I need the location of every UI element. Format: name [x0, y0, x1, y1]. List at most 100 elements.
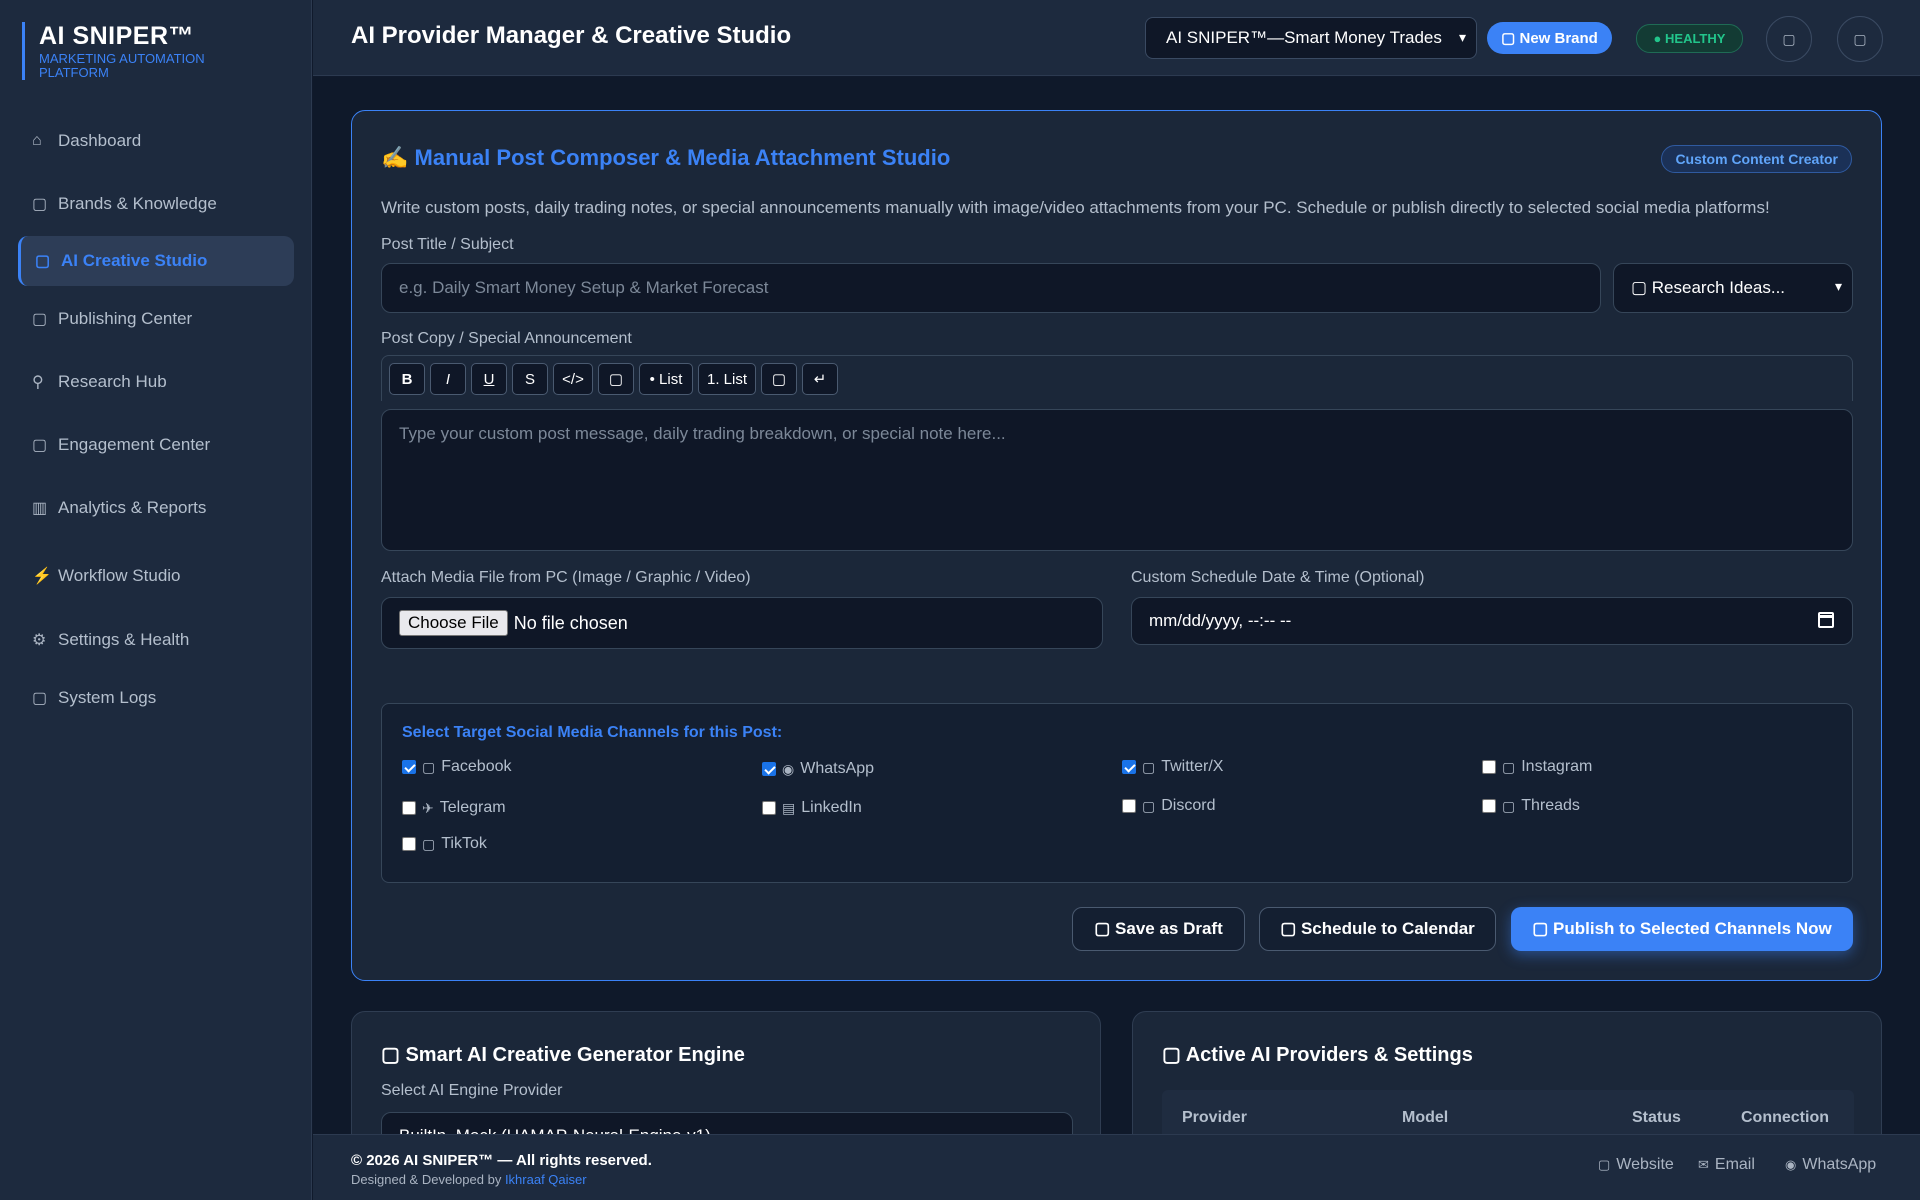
credit-line: Designed & Developed by Ikhraaf Qaiser: [351, 1172, 587, 1187]
sidebar-item-research[interactable]: ⚲ Research Hub: [18, 357, 294, 407]
post-title-placeholder: e.g. Daily Smart Money Setup & Market Fo…: [399, 278, 769, 297]
channel-discord[interactable]: ▢ Discord: [1122, 797, 1215, 815]
footer: © 2026 AI SNIPER™ — All rights reserved.…: [313, 1134, 1920, 1200]
channel-linkedin[interactable]: ▤ LinkedIn: [762, 799, 862, 817]
channel-label: Facebook: [441, 758, 512, 775]
checkbox[interactable]: [402, 760, 416, 774]
link-button[interactable]: ▢: [598, 363, 634, 395]
mail-icon: ✉: [1698, 1157, 1709, 1172]
line-break-button[interactable]: ↵: [802, 363, 838, 395]
underline-button[interactable]: U: [471, 363, 507, 395]
checkbox[interactable]: [1122, 799, 1136, 813]
developer-link[interactable]: Ikhraaf Qaiser: [505, 1172, 587, 1187]
media-file-input[interactable]: Choose File No file chosen: [381, 597, 1103, 649]
website-link[interactable]: ▢ Website: [1598, 1156, 1674, 1174]
column-provider: Provider: [1182, 1109, 1247, 1126]
channel-selector: Select Target Social Media Channels for …: [381, 703, 1853, 883]
column-model: Model: [1402, 1109, 1449, 1126]
channel-threads[interactable]: ▢ Threads: [1482, 797, 1580, 815]
checkbox[interactable]: [762, 801, 776, 815]
email-link[interactable]: ✉ Email: [1698, 1156, 1755, 1174]
checkbox[interactable]: [402, 837, 416, 851]
research-select-value: ▢ Research Ideas...: [1631, 278, 1786, 297]
bullet-list-button[interactable]: • List: [639, 363, 693, 395]
sidebar-item-dashboard[interactable]: ⌂ Dashboard: [18, 116, 294, 166]
bold-button[interactable]: B: [389, 363, 425, 395]
channel-label: WhatsApp: [800, 760, 875, 777]
sidebar-item-label: Publishing Center: [58, 309, 193, 328]
code-button[interactable]: </>: [553, 363, 593, 395]
schedule-button[interactable]: ▢ Schedule to Calendar: [1259, 907, 1496, 951]
composer-title: ✍ Manual Post Composer & Media Attachmen…: [381, 145, 951, 170]
channel-whatsapp[interactable]: ◉ WhatsApp: [762, 760, 874, 778]
email-label: Email: [1714, 1156, 1755, 1173]
channel-tiktok[interactable]: ▢ TikTok: [402, 835, 487, 853]
sidebar-item-label: Engagement Center: [58, 435, 211, 454]
publish-now-button[interactable]: ▢ Publish to Selected Channels Now: [1511, 907, 1853, 951]
ai-generator-card: ▢ Smart AI Creative Generator Engine Sel…: [351, 1011, 1101, 1135]
sidebar-item-workflow[interactable]: ⚡ Workflow Studio: [18, 551, 294, 601]
media-label: Attach Media File from PC (Image / Graph…: [381, 569, 751, 586]
copyright: © 2026 AI SNIPER™ — All rights reserved.: [351, 1152, 652, 1169]
lightning-icon: ⚡: [32, 568, 52, 585]
italic-button[interactable]: I: [430, 363, 466, 395]
sidebar-item-settings[interactable]: ⚙ Settings & Health: [18, 615, 294, 665]
checkbox[interactable]: [1482, 799, 1496, 813]
sidebar-item-publishing[interactable]: ▢ Publishing Center: [18, 294, 294, 344]
channels-title: Select Target Social Media Channels for …: [402, 724, 783, 741]
checkbox[interactable]: [402, 801, 416, 815]
post-composer-panel: ✍ Manual Post Composer & Media Attachmen…: [351, 110, 1882, 981]
numbered-list-button[interactable]: 1. List: [698, 363, 756, 395]
sidebar-item-label: Workflow Studio: [58, 566, 181, 585]
sidebar-item-label: AI Creative Studio: [61, 251, 208, 270]
channel-label: Twitter/X: [1161, 758, 1224, 775]
post-title-input[interactable]: e.g. Daily Smart Money Setup & Market Fo…: [381, 263, 1601, 313]
new-brand-button[interactable]: ▢ New Brand: [1487, 22, 1612, 54]
strikethrough-button[interactable]: S: [512, 363, 548, 395]
sidebar-item-creative-studio[interactable]: ▢ AI Creative Studio: [18, 236, 294, 286]
tiktok-icon: ▢: [422, 835, 436, 852]
sidebar: AI SNIPER™ MARKETING AUTOMATION PLATFORM…: [0, 0, 312, 1200]
instagram-icon: ▢: [1502, 758, 1516, 775]
sidebar-item-label: Dashboard: [58, 131, 142, 150]
post-title-label: Post Title / Subject: [381, 236, 514, 253]
schedule-datetime-input[interactable]: mm/dd/yyyy, --:-- --: [1131, 597, 1853, 645]
whatsapp-icon: ◉: [1785, 1157, 1797, 1172]
save-draft-button[interactable]: ▢ Save as Draft: [1072, 907, 1245, 951]
theme-toggle-icon[interactable]: ▢: [1837, 16, 1883, 62]
channel-telegram[interactable]: ✈ Telegram: [402, 799, 506, 817]
sidebar-item-label: Research Hub: [58, 372, 167, 391]
emoji-button[interactable]: ▢: [761, 363, 797, 395]
checkbox[interactable]: [1122, 760, 1136, 774]
composer-description: Write custom posts, daily trading notes,…: [381, 198, 1770, 217]
sidebar-item-brands[interactable]: ▢ Brands & Knowledge: [18, 179, 294, 229]
channel-facebook[interactable]: ▢ Facebook: [402, 758, 512, 776]
telegram-icon: ✈: [422, 799, 434, 816]
sidebar-item-logs[interactable]: ▢ System Logs: [18, 673, 294, 723]
channel-twitter[interactable]: ▢ Twitter/X: [1122, 758, 1223, 776]
notifications-icon[interactable]: ▢: [1766, 16, 1812, 62]
format-toolbar: B I U S </> ▢ • List 1. List ▢ ↵: [381, 355, 1853, 401]
globe-icon: ▢: [1598, 1157, 1611, 1172]
providers-table-header: Provider Model Status Connection: [1162, 1090, 1854, 1135]
sidebar-item-label: Analytics & Reports: [58, 498, 207, 517]
status-badge: ● HEALTHY: [1636, 24, 1743, 53]
channel-instagram[interactable]: ▢ Instagram: [1482, 758, 1592, 776]
engine-provider-select[interactable]: BuiltIn_Mock (UAMAP-Neural-Engine-v1): [381, 1112, 1073, 1135]
schedule-value: mm/dd/yyyy, --:-- --: [1149, 611, 1292, 630]
checkbox[interactable]: [1482, 760, 1496, 774]
calendar-icon[interactable]: [1818, 612, 1834, 628]
checkbox[interactable]: [762, 762, 776, 776]
whatsapp-link[interactable]: ◉ WhatsApp: [1785, 1156, 1876, 1174]
choose-file-button[interactable]: Choose File: [399, 610, 508, 636]
brand-select-value: AI SNIPER™—Smart Money Trades: [1166, 28, 1442, 47]
post-copy-textarea[interactable]: Type your custom post message, daily tra…: [381, 409, 1853, 551]
sidebar-item-engagement[interactable]: ▢ Engagement Center: [18, 420, 294, 470]
brand-subtitle: MARKETING AUTOMATION PLATFORM: [39, 51, 205, 80]
research-ideas-select[interactable]: ▢ Research Ideas... ▾: [1613, 263, 1853, 313]
bar-chart-icon: ▥: [32, 500, 48, 517]
brand-logo[interactable]: AI SNIPER™ MARKETING AUTOMATION PLATFORM: [22, 22, 239, 80]
brand-select[interactable]: AI SNIPER™—Smart Money Trades ▾: [1145, 17, 1477, 59]
sidebar-item-analytics[interactable]: ▥ Analytics & Reports: [18, 483, 294, 533]
generator-title: ▢ Smart AI Creative Generator Engine: [381, 1044, 745, 1066]
